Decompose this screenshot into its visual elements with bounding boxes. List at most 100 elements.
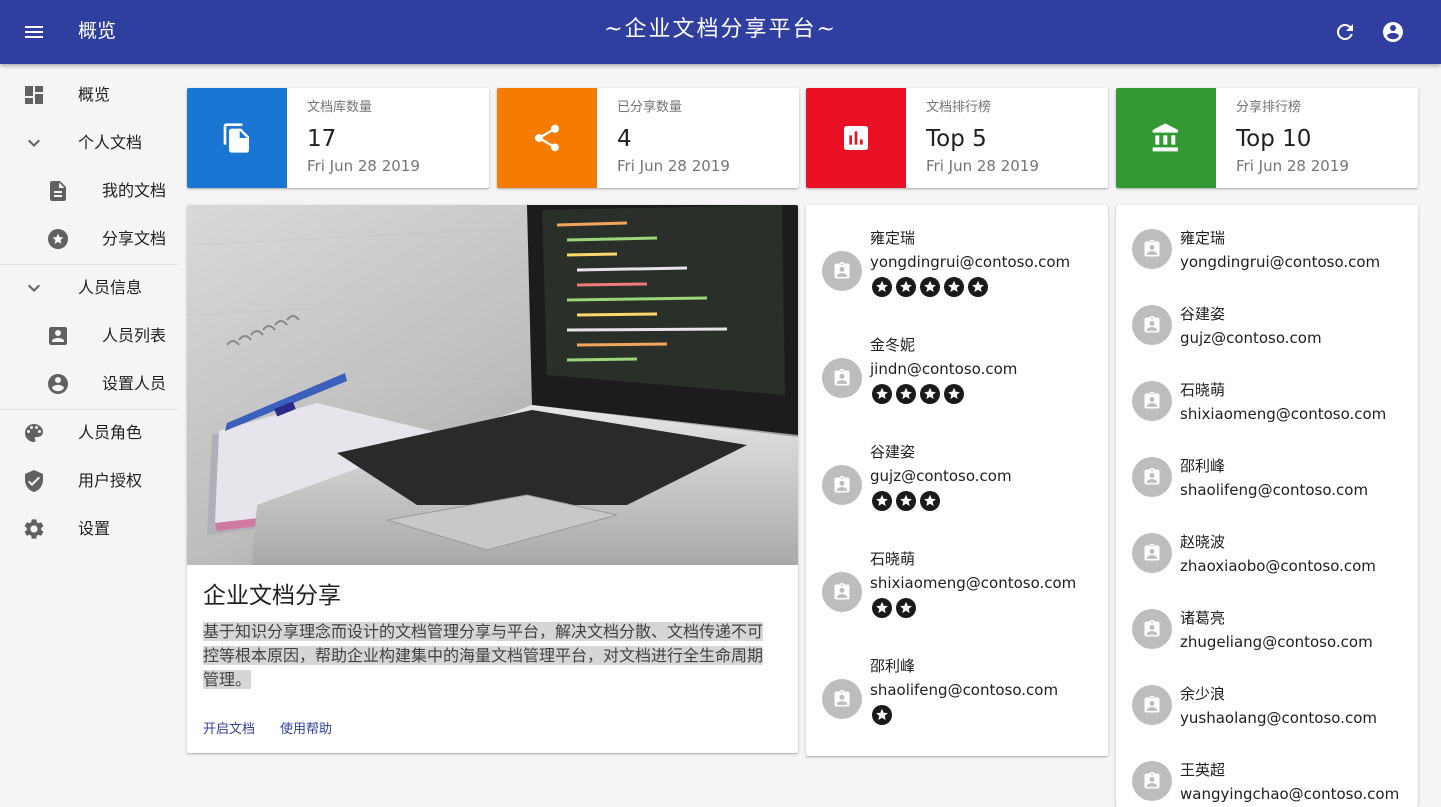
list-item[interactable]: 谷建姿 gujz@contoso.com: [1116, 303, 1418, 353]
contact-avatar-icon: [822, 358, 862, 398]
person-name: 诸葛亮: [1180, 609, 1226, 627]
contact-avatar-icon: [1132, 685, 1172, 725]
gear-icon: [22, 517, 46, 541]
person-email: yongdingrui@contoso.com: [1180, 253, 1381, 271]
person-email: zhaoxiaobo@contoso.com: [1180, 557, 1376, 575]
person-name: 雍定瑞: [1180, 229, 1226, 247]
sidebar: 概览 个人文档 我的文档 分享文档 人员信息 人员列表 设置人员 人员角色 用户…: [0, 64, 178, 807]
chevron-down-icon: [22, 276, 46, 300]
stat-card-doc-ranking[interactable]: 文档排行榜 Top 5 Fri Jun 28 2019: [806, 88, 1108, 188]
sidebar-item-personal-docs[interactable]: 个人文档: [0, 119, 178, 167]
stat-color-box: [1116, 88, 1216, 188]
contact-avatar-icon: [1132, 381, 1172, 421]
sidebar-item-label: 用户授权: [78, 471, 143, 490]
list-item[interactable]: 雍定瑞 yongdingrui@contoso.com: [806, 227, 1108, 303]
stat-color-box: [497, 88, 597, 188]
shield-check-icon: [22, 469, 46, 493]
stat-card-docs[interactable]: 文档库数量 17 Fri Jun 28 2019: [187, 88, 489, 188]
sidebar-item-my-docs[interactable]: 我的文档: [0, 167, 178, 215]
star-icon: [920, 384, 940, 404]
contact-card-icon: [46, 324, 70, 348]
stat-value: 17: [307, 126, 337, 152]
person-email: shaolifeng@contoso.com: [1180, 481, 1369, 499]
person-name: 雍定瑞: [870, 229, 916, 247]
sidebar-item-label: 人员列表: [102, 326, 167, 345]
file-icon: [46, 179, 70, 203]
stat-card-share-ranking[interactable]: 分享排行榜 Top 10 Fri Jun 28 2019: [1116, 88, 1418, 188]
person-email: jindn@contoso.com: [870, 360, 1018, 378]
contact-avatar-icon: [1132, 457, 1172, 497]
stat-title: 已分享数量: [617, 100, 683, 115]
sidebar-item-personnel-info[interactable]: 人员信息: [0, 264, 178, 312]
card-description-text: 基于知识分享理念而设计的文档管理分享与平台，解决文档分散、文档传递不可控等根本原…: [203, 622, 764, 689]
sidebar-item-overview[interactable]: 概览: [0, 71, 178, 119]
sidebar-item-label: 概览: [78, 85, 111, 104]
list-item[interactable]: 金冬妮 jindn@contoso.com: [806, 334, 1108, 410]
person-email: yongdingrui@contoso.com: [870, 253, 1071, 271]
sidebar-item-roles[interactable]: 人员角色: [0, 409, 178, 457]
menu-icon[interactable]: [22, 20, 46, 44]
stat-card-shared[interactable]: 已分享数量 4 Fri Jun 28 2019: [497, 88, 799, 188]
stat-date: Fri Jun 28 2019: [926, 157, 1039, 175]
sidebar-item-personnel-list[interactable]: 人员列表: [0, 312, 178, 360]
sidebar-item-label: 个人文档: [78, 133, 143, 152]
contact-avatar-icon: [1132, 609, 1172, 649]
list-item[interactable]: 谷建姿 gujz@contoso.com: [806, 441, 1108, 517]
person-email: gujz@contoso.com: [1180, 329, 1322, 347]
open-docs-button[interactable]: 开启文档: [203, 720, 255, 740]
sidebar-item-settings[interactable]: 设置: [0, 505, 178, 553]
dashboard-icon: [22, 83, 46, 107]
account-circle-icon: [46, 372, 70, 396]
help-button[interactable]: 使用帮助: [280, 720, 332, 740]
star-icon: [872, 277, 892, 297]
star-rating: [870, 382, 966, 406]
star-icon: [944, 277, 964, 297]
sidebar-item-label: 设置人员: [102, 374, 167, 393]
sidebar-item-set-personnel[interactable]: 设置人员: [0, 360, 178, 408]
person-email: shixiaomeng@contoso.com: [870, 574, 1077, 592]
list-item[interactable]: 邵利峰 shaolifeng@contoso.com: [806, 655, 1108, 731]
star-rating: [870, 275, 990, 299]
person-name: 王英超: [1180, 761, 1226, 779]
star-rating: [870, 596, 918, 620]
sidebar-item-label: 人员角色: [78, 423, 143, 442]
list-item[interactable]: 余少浪 yushaolang@contoso.com: [1116, 683, 1418, 733]
stat-date: Fri Jun 28 2019: [617, 157, 730, 175]
person-name: 赵晓波: [1180, 533, 1226, 551]
stat-title: 文档排行榜: [926, 100, 992, 115]
person-email: shaolifeng@contoso.com: [870, 681, 1059, 699]
bar-chart-icon: [844, 126, 868, 150]
stat-color-box: [806, 88, 906, 188]
account-circle-icon[interactable]: [1381, 20, 1405, 44]
star-icon: [872, 705, 892, 725]
card-description: 基于知识分享理念而设计的文档管理分享与平台，解决文档分散、文档传递不可控等根本原…: [203, 620, 773, 692]
person-email: zhugeliang@contoso.com: [1180, 633, 1373, 651]
star-icon: [944, 384, 964, 404]
person-email: wangyingchao@contoso.com: [1180, 785, 1400, 803]
list-item[interactable]: 石晓萌 shixiaomeng@contoso.com: [806, 548, 1108, 624]
list-item[interactable]: 王英超 wangyingchao@contoso.com: [1116, 759, 1418, 807]
sidebar-item-user-auth[interactable]: 用户授权: [0, 457, 178, 505]
chevron-down-icon: [22, 131, 46, 155]
sidebar-item-shared-docs[interactable]: 分享文档: [0, 215, 178, 263]
list-item[interactable]: 邵利峰 shaolifeng@contoso.com: [1116, 455, 1418, 505]
list-item[interactable]: 诸葛亮 zhugeliang@contoso.com: [1116, 607, 1418, 657]
person-email: shixiaomeng@contoso.com: [1180, 405, 1387, 423]
list-item[interactable]: 雍定瑞 yongdingrui@contoso.com: [1116, 227, 1418, 277]
list-item[interactable]: 赵晓波 zhaoxiaobo@contoso.com: [1116, 531, 1418, 581]
share-ranking-list: 雍定瑞 yongdingrui@contoso.com 谷建姿 gujz@contos…: [1116, 205, 1418, 807]
star-icon: [920, 277, 940, 297]
person-name: 石晓萌: [870, 550, 916, 568]
star-icon: [896, 277, 916, 297]
refresh-icon[interactable]: [1333, 20, 1357, 44]
star-icon: [968, 277, 988, 297]
stat-value: Top 10: [1236, 126, 1312, 152]
sidebar-item-label: 设置: [78, 519, 111, 538]
sidebar-item-label: 分享文档: [102, 229, 167, 248]
palette-icon: [22, 421, 46, 445]
star-rating: [870, 703, 894, 727]
list-item[interactable]: 石晓萌 shixiaomeng@contoso.com: [1116, 379, 1418, 429]
bank-icon: [1152, 123, 1178, 152]
app-bar: 概览 ~企业文档分享平台~: [0, 0, 1441, 64]
contact-avatar-icon: [822, 251, 862, 291]
